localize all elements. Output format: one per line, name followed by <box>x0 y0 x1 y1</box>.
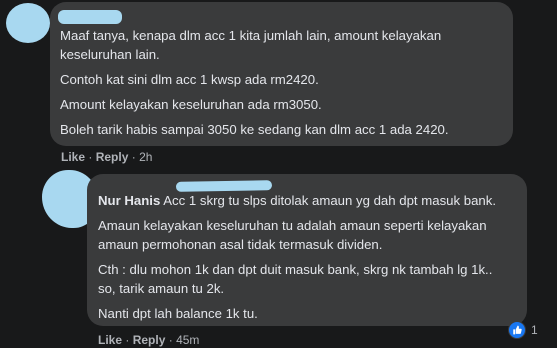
comment1-line: Maaf tanya, kenapa dlm acc 1 kita jumlah… <box>60 28 442 43</box>
author-name-comment1[interactable] <box>58 10 122 24</box>
comment1-line: Boleh tarik habis sampai 3050 ke sedang … <box>60 122 449 137</box>
comment2-line: amaun permohonan asal tidak termasuk div… <box>98 237 383 252</box>
comment2-first-line: Nur Hanis Acc 1 skrg tu slps ditolak ama… <box>98 191 496 210</box>
reply-link[interactable]: Reply <box>133 333 166 347</box>
comment2-line: Cth : dlu mohon 1k dan dpt duit masuk ba… <box>98 262 493 277</box>
comment1-actions: Like · Reply · 2h <box>61 150 153 164</box>
comment2-actions: Like · Reply · 45m <box>98 333 200 347</box>
like-link[interactable]: Like <box>61 150 85 164</box>
thumbs-up-icon <box>508 321 526 339</box>
comment2-line: Amaun kelayakan keseluruhan tu adalah am… <box>98 218 487 233</box>
comment2-line: Acc 1 skrg tu slps ditolak amaun yg dah … <box>163 193 497 208</box>
comment1-timestamp[interactable]: 2h <box>139 150 152 164</box>
comment2-timestamp[interactable]: 45m <box>176 333 199 347</box>
reply-link[interactable]: Reply <box>96 150 129 164</box>
comment2-line: so, tarik amaun tu 2k. <box>98 281 225 296</box>
like-link[interactable]: Like <box>98 333 122 347</box>
avatar-comment1[interactable] <box>6 3 50 43</box>
reaction-summary[interactable]: 1 <box>508 321 538 339</box>
author-name-comment2[interactable]: Nur Hanis <box>98 193 160 208</box>
comment2-line: Nanti dpt lah balance 1k tu. <box>98 306 258 321</box>
comment1-line: Amount kelayakan keseluruhan ada rm3050. <box>60 97 322 112</box>
comment1-line: keseluruhan lain. <box>60 47 160 62</box>
comment1-line: Contoh kat sini dlm acc 1 kwsp ada rm242… <box>60 72 319 87</box>
reaction-count: 1 <box>531 323 538 337</box>
